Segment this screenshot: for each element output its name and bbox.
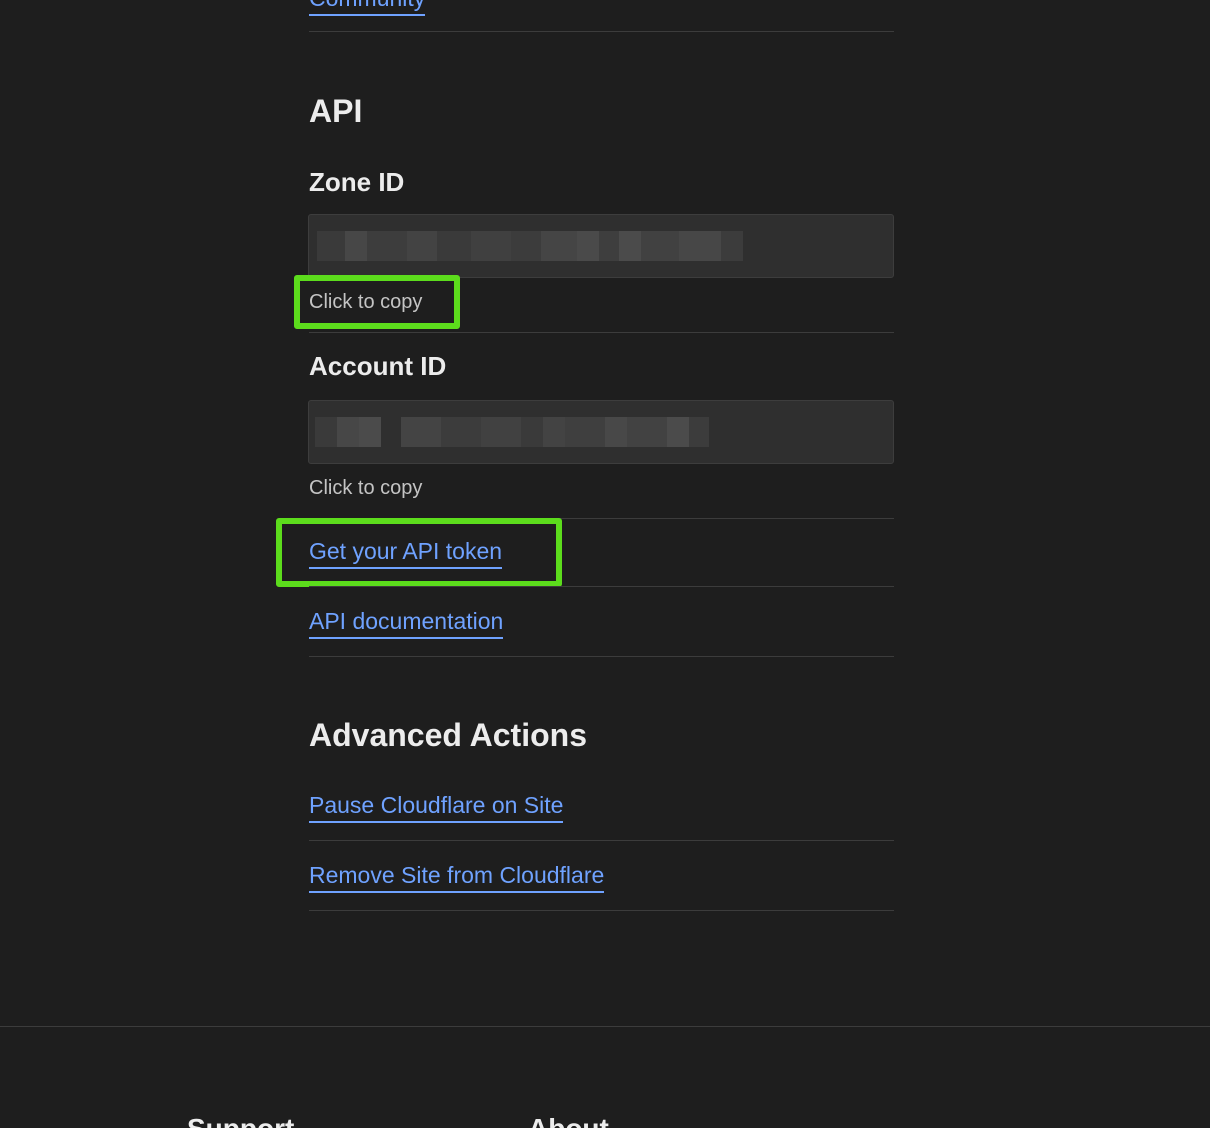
divider [309, 840, 894, 841]
zone-id-copy-hint[interactable]: Click to copy [309, 290, 422, 314]
api-section-title: API [309, 93, 363, 129]
divider [309, 518, 894, 519]
divider [309, 31, 894, 32]
divider [309, 332, 894, 333]
footer-divider [0, 1026, 1210, 1027]
zone-id-redacted-value [317, 231, 743, 261]
page: Community API Zone ID Click to copy Acco… [0, 0, 1210, 1128]
zone-id-label: Zone ID [309, 167, 405, 197]
divider [309, 910, 894, 911]
account-id-label: Account ID [309, 351, 447, 381]
account-id-copy-hint[interactable]: Click to copy [309, 476, 422, 500]
advanced-actions-title: Advanced Actions [309, 717, 587, 753]
divider [309, 656, 894, 657]
account-id-field[interactable] [308, 400, 894, 464]
get-api-token-link[interactable]: Get your API token [309, 537, 503, 569]
account-id-redacted-value [315, 417, 709, 447]
pause-cloudflare-link[interactable]: Pause Cloudflare on Site [309, 791, 564, 823]
footer-about-heading: About [528, 1112, 609, 1128]
footer-support-heading: Support [187, 1112, 294, 1128]
divider [309, 586, 894, 587]
api-documentation-link[interactable]: API documentation [309, 607, 504, 639]
zone-id-field[interactable] [308, 214, 894, 278]
remove-site-link[interactable]: Remove Site from Cloudflare [309, 861, 605, 893]
community-link[interactable]: Community [309, 0, 426, 16]
